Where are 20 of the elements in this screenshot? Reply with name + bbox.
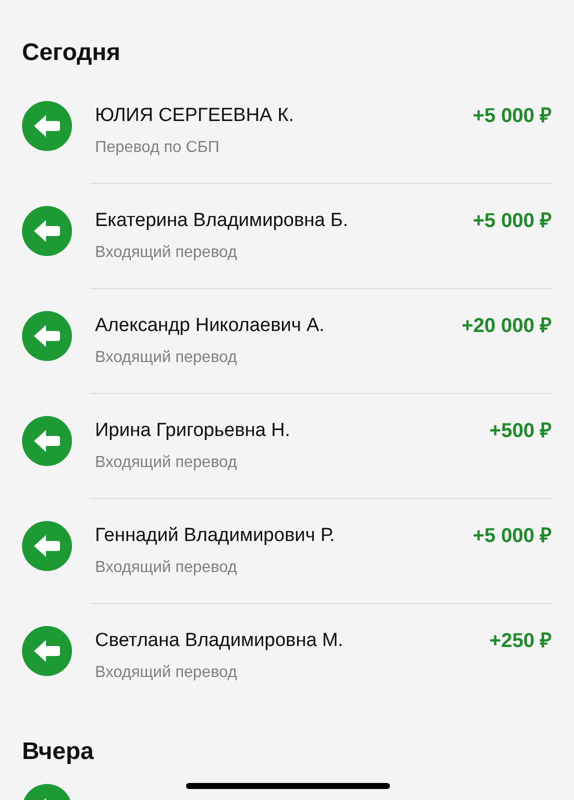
sender-name: Геннадий Владимирович Р. [95,524,335,548]
transfer-type: Входящий перевод [95,453,238,473]
amount: +5 000 ₽ [472,524,552,549]
section-heading: Сегодня [22,38,122,68]
sender-name: Александр Николаевич А. [95,314,324,338]
transfer-type: Входящий перевод [95,663,238,683]
transfer-type: Перевод по СБП [95,138,220,158]
sender-name: Екатерина Владимировна Б. [95,209,348,233]
transfer-type: Входящий перевод [95,243,238,263]
sender-name: Светлана Владимировна М. [95,629,344,653]
section-heading: Вчера [22,737,95,767]
amount: +5 000 ₽ [472,209,552,234]
amount: +250 ₽ [489,629,552,654]
amount: +5 000 ₽ [472,104,552,129]
sender-name: ЮЛИЯ СЕРГЕЕВНА К. [95,104,294,128]
transfer-type: Входящий перевод [95,348,238,368]
transfer-type: Входящий перевод [95,558,238,578]
amount: +500 ₽ [489,419,552,444]
sender-name: Ирина Григорьевна Н. [95,419,290,443]
amount: +20 000 ₽ [462,314,552,339]
